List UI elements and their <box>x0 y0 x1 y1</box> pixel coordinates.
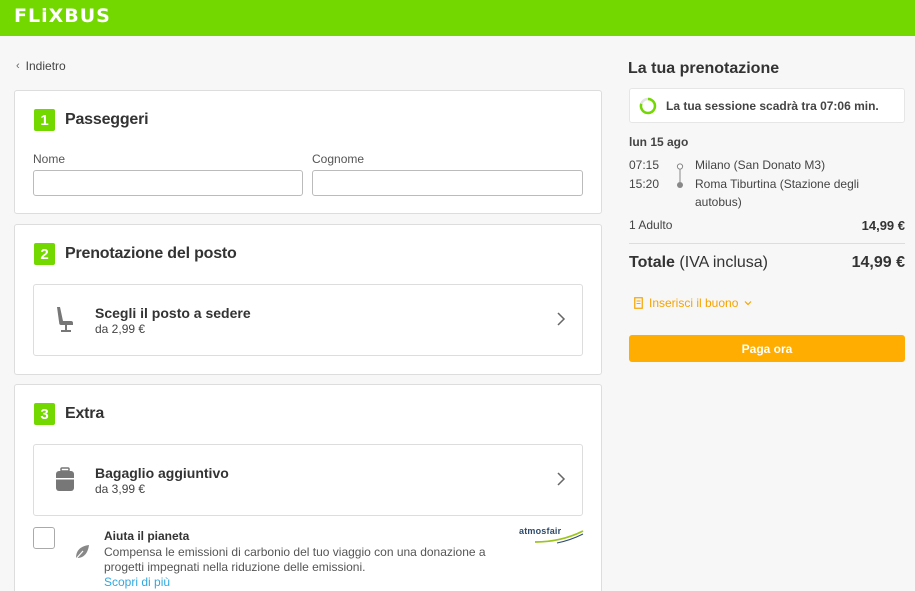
top-bar: FLiXBUS <box>0 0 915 36</box>
eco-title: Aiuta il pianeta <box>104 529 190 543</box>
back-label: Indietro <box>25 59 66 73</box>
divider <box>629 243 905 244</box>
flixbus-logo[interactable]: FLiXBUS <box>14 5 111 27</box>
leaf-icon <box>74 545 89 561</box>
baggage-option-title: Bagaglio aggiuntivo <box>95 465 229 481</box>
extra-card: 3 Extra Bagaglio aggiuntivo da 3,99 € Ai… <box>14 384 602 591</box>
extra-header: 3 Extra <box>34 403 104 425</box>
choose-seat-option[interactable]: Scegli il posto a sedere da 2,99 € <box>33 284 583 356</box>
atmosfair-swoosh <box>534 530 584 544</box>
passengers-header: 1 Passeggeri <box>34 109 149 131</box>
total-amount: 14,99 € <box>851 254 905 271</box>
first-name-input[interactable] <box>33 170 303 196</box>
passenger-price-row: 1 Adulto 14,99 € <box>629 218 905 233</box>
pay-now-button[interactable]: Paga ora <box>629 335 905 362</box>
step-number: 1 <box>34 109 55 131</box>
voucher-toggle[interactable]: Inserisci il buono <box>634 296 752 310</box>
passengers-card: 1 Passeggeri Nome Cognome <box>14 90 602 214</box>
seat-title: Prenotazione del posto <box>65 245 237 262</box>
departure-time: 07:15 <box>629 158 660 172</box>
session-timer: La tua sessione scadrà tra 07:06 min. <box>629 88 905 123</box>
learn-more-link[interactable]: Scopri di più <box>104 575 170 589</box>
last-name-input[interactable] <box>312 170 583 196</box>
arrival-stop: Roma Tiburtina (Stazione degli autobus) <box>695 177 860 209</box>
seat-header: 2 Prenotazione del posto <box>34 243 237 265</box>
total-vat-note: (IVA inclusa) <box>674 254 769 271</box>
departure-stop: Milano (San Donato M3) <box>695 158 826 172</box>
seat-card: 2 Prenotazione del posto Scegli il posto… <box>14 224 602 375</box>
voucher-label: Inserisci il buono <box>649 296 739 310</box>
passenger-count: 1 Adulto <box>629 218 673 232</box>
seat-icon <box>57 307 73 332</box>
step-number: 3 <box>34 403 55 425</box>
timer-ring-icon <box>639 97 657 115</box>
last-name-label: Cognome <box>312 152 365 166</box>
passenger-amount: 14,99 € <box>861 218 905 233</box>
total-row: Totale (IVA inclusa) 14,99 € <box>629 254 905 272</box>
timer-text: La tua sessione scadrà tra 07:06 min. <box>666 99 879 113</box>
eco-donation-checkbox[interactable] <box>33 527 55 549</box>
first-name-label: Nome <box>33 152 66 166</box>
seat-option-price: da 2,99 € <box>95 322 146 336</box>
eco-description: Compensa le emissioni di carbonio del tu… <box>104 545 486 574</box>
extra-title: Extra <box>65 405 105 422</box>
route-line-icon <box>676 163 684 188</box>
baggage-option[interactable]: Bagaglio aggiuntivo da 3,99 € <box>33 444 583 516</box>
arrival-time: 15:20 <box>629 177 660 191</box>
chevron-left-icon: ‹ <box>16 60 20 72</box>
luggage-icon <box>56 467 74 491</box>
chevron-right-icon <box>557 312 566 326</box>
step-number: 2 <box>34 243 55 265</box>
booking-summary-title: La tua prenotazione <box>628 60 780 77</box>
baggage-option-price: da 3,99 € <box>95 482 146 496</box>
passengers-title: Passeggeri <box>65 111 149 128</box>
seat-option-title: Scegli il posto a sedere <box>95 305 251 321</box>
back-link[interactable]: ‹ Indietro <box>16 59 66 73</box>
chevron-right-icon <box>557 472 566 486</box>
chevron-down-icon <box>744 301 752 306</box>
trip-date: lun 15 ago <box>629 135 689 149</box>
total-label: Totale <box>629 254 675 271</box>
voucher-icon <box>634 297 643 309</box>
